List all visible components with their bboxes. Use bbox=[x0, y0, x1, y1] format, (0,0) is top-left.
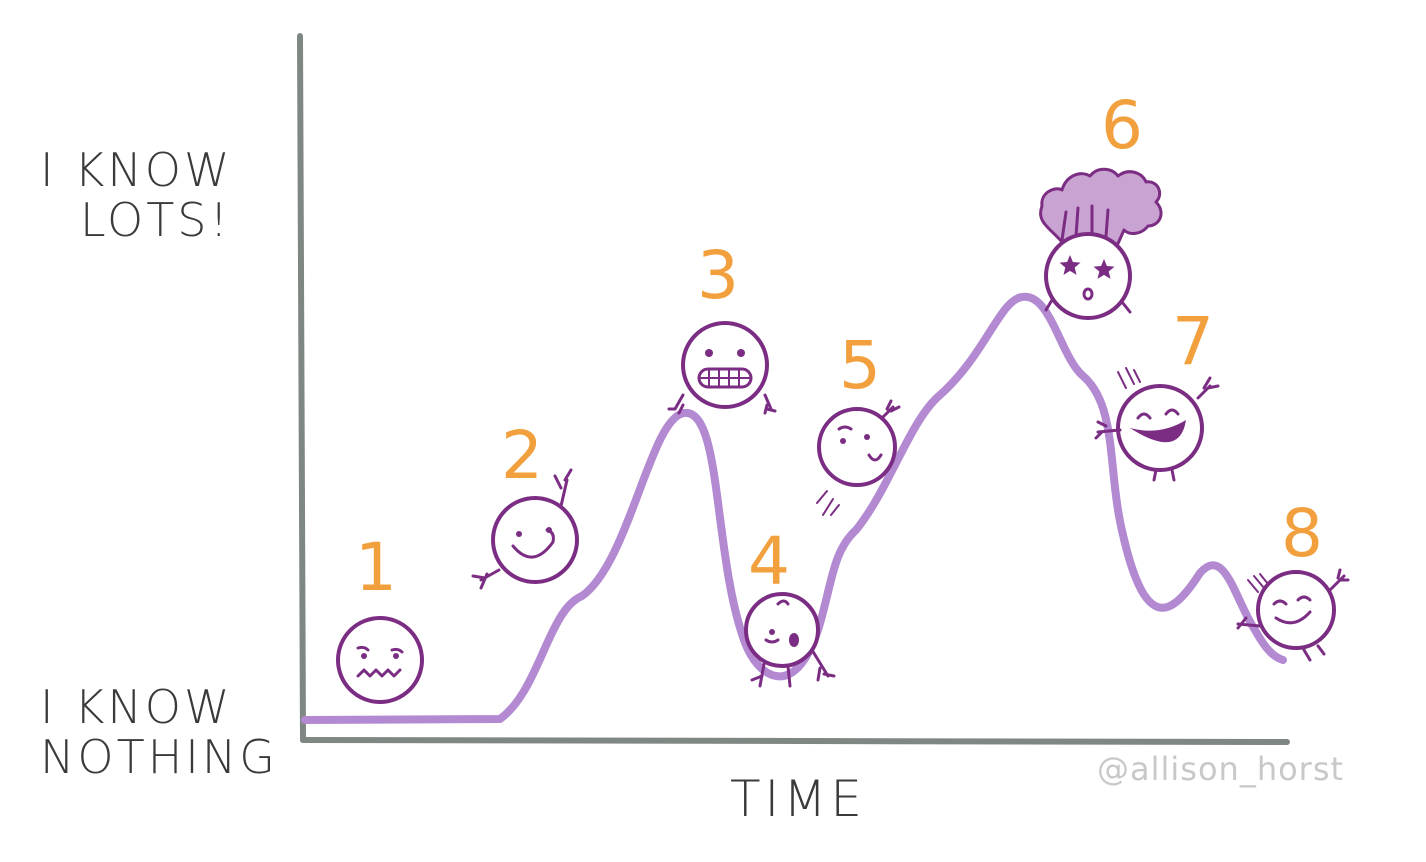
stage-1-number: 1 bbox=[355, 529, 397, 606]
character-body bbox=[336, 616, 424, 704]
eye bbox=[769, 629, 775, 635]
eye bbox=[705, 349, 713, 357]
character-stroke bbox=[1044, 298, 1054, 312]
character-body bbox=[1044, 232, 1132, 320]
character-body bbox=[817, 407, 897, 487]
diagram-canvas: 1 2 3 4 5 6 7 8 bbox=[297, 33, 1350, 745]
stage-6-number: 6 bbox=[1101, 87, 1143, 164]
mouth bbox=[789, 633, 799, 647]
character-body bbox=[491, 496, 579, 584]
x-axis-line bbox=[300, 737, 1290, 745]
character-stroke bbox=[763, 393, 777, 415]
character-stroke bbox=[816, 490, 840, 516]
stage-5-character bbox=[816, 399, 901, 516]
eye bbox=[840, 438, 846, 444]
character-stroke bbox=[667, 393, 685, 415]
stage-8-number: 8 bbox=[1281, 495, 1323, 572]
stage-3-number: 3 bbox=[697, 237, 739, 314]
character-body bbox=[1116, 384, 1204, 472]
character-stroke bbox=[553, 468, 573, 508]
stage-7-number: 7 bbox=[1172, 303, 1214, 380]
character-body bbox=[681, 321, 769, 409]
eye bbox=[516, 531, 522, 537]
character-stroke bbox=[810, 648, 836, 682]
character-body bbox=[744, 592, 820, 668]
learning-curve-diagram: I KNOW LOTS! I KNOW NOTHING TIME @alliso… bbox=[0, 0, 1426, 862]
eye bbox=[864, 434, 870, 440]
eye bbox=[393, 653, 399, 659]
character-stroke bbox=[471, 568, 501, 590]
stage-5-number: 5 bbox=[839, 327, 881, 404]
stage-1-character bbox=[336, 616, 424, 704]
stage-3-character bbox=[667, 321, 777, 415]
character-stroke bbox=[1196, 376, 1220, 400]
character-stroke bbox=[786, 664, 792, 688]
character-stroke bbox=[1120, 300, 1132, 314]
character-stroke bbox=[1328, 568, 1350, 592]
stage-2-number: 2 bbox=[501, 417, 543, 494]
stage-8-character bbox=[1236, 568, 1350, 662]
character-stroke bbox=[881, 399, 901, 419]
character-body bbox=[1256, 570, 1336, 650]
stage-4-number: 4 bbox=[748, 523, 790, 600]
character-stroke bbox=[1117, 367, 1141, 389]
y-axis-line bbox=[297, 33, 306, 743]
eye bbox=[361, 653, 367, 659]
eye bbox=[737, 349, 745, 357]
